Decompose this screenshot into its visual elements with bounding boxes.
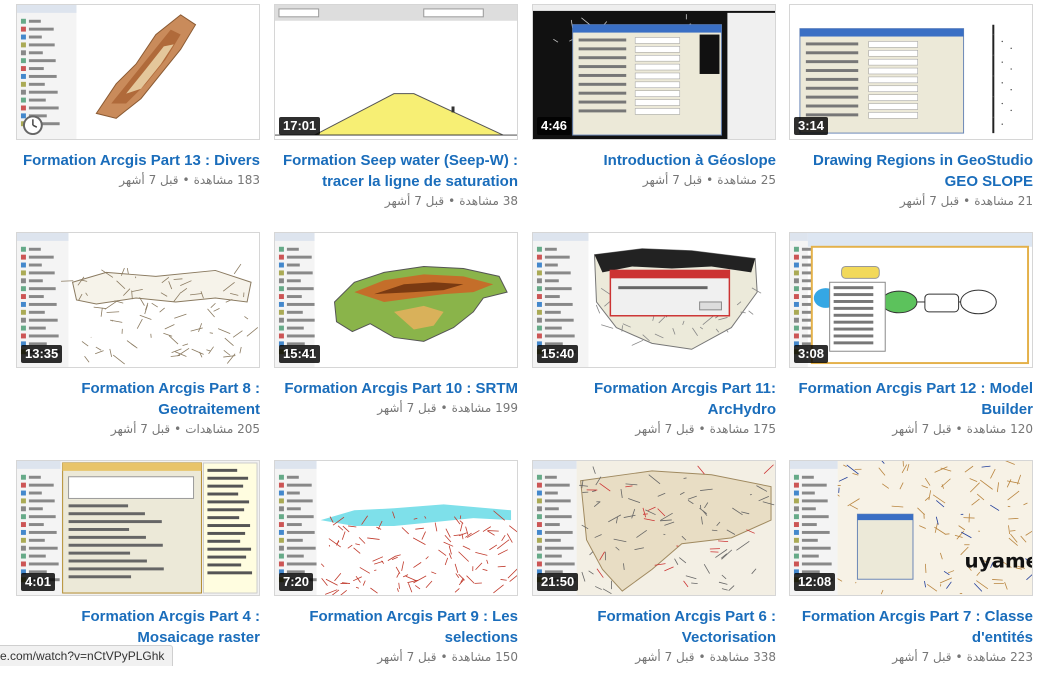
meta-separator: • (698, 422, 705, 436)
video-thumbnail[interactable]: 15:40 (532, 232, 776, 368)
upload-age: قبل 7 أشهر (377, 650, 436, 664)
video-title-link[interactable]: Formation Arcgis Part 4 : Mosaicage rast… (16, 606, 260, 648)
meta-separator: • (698, 650, 705, 664)
view-count: 199 مشاهدة (452, 401, 518, 415)
meta-separator: • (182, 173, 189, 187)
upload-age: قبل 7 أشهر (892, 650, 951, 664)
svg-text:uyamene: uyamene (965, 549, 1032, 572)
video-thumbnail[interactable]: 13:35 (16, 232, 260, 368)
video-card[interactable]: 15:41Formation Arcgis Part 10 : SRTM199 … (274, 232, 518, 452)
video-title-link[interactable]: Formation Arcgis Part 8 : Geotraitement (16, 378, 260, 420)
video-card[interactable]: 3:08 Formation Arcgis Part 12 : Model Bui… (789, 232, 1033, 452)
video-meta: 150 مشاهدة • قبل 7 أشهر (274, 649, 518, 665)
video-duration: 12:08 (794, 573, 835, 591)
link-status-bar: e.com/watch?v=nCtVPyPLGhk (0, 645, 173, 666)
upload-age: قبل 7 أشهر (385, 194, 444, 208)
view-count: 338 مشاهدة (710, 650, 776, 664)
video-meta: 120 مشاهدة • قبل 7 أشهر (789, 421, 1033, 437)
video-title-link[interactable]: Formation Arcgis Part 12 : Model Builder (789, 378, 1033, 420)
upload-age: قبل 7 أشهر (119, 173, 178, 187)
video-duration: 21:50 (537, 573, 578, 591)
view-count: 150 مشاهدة (452, 650, 518, 664)
video-thumbnail[interactable]: 21:50 (532, 460, 776, 596)
video-title-link[interactable]: Formation Seep water (Seep-W) : tracer l… (274, 150, 518, 192)
video-duration: 4:01 (21, 573, 55, 591)
video-meta: 175 مشاهدة • قبل 7 أشهر (532, 421, 776, 437)
status-url: e.com/watch?v=nCtVPyPLGhk (0, 649, 164, 663)
video-meta: 199 مشاهدة • قبل 7 أشهر (274, 400, 518, 416)
meta-separator: • (955, 422, 962, 436)
video-duration: 15:41 (279, 345, 320, 363)
video-title-link[interactable]: Formation Arcgis Part 10 : SRTM (274, 378, 518, 399)
video-card[interactable]: 17:01 Formation Seep water (Seep-W) : tra… (274, 4, 518, 224)
upload-age: قبل 7 أشهر (111, 422, 170, 436)
video-duration: 4:46 (537, 117, 571, 135)
upload-age: قبل 7 أشهر (900, 194, 959, 208)
meta-separator: • (440, 650, 447, 664)
upload-age: قبل 7 أشهر (635, 422, 694, 436)
video-title-link[interactable]: Formation Arcgis Part 9 : Les selections (274, 606, 518, 648)
video-meta: 183 مشاهدة • قبل 7 أشهر (16, 172, 260, 188)
view-count: 223 مشاهدة (967, 650, 1033, 664)
video-thumbnail[interactable]: 17:01 (274, 4, 518, 140)
video-card[interactable]: 7:20 Formation Arcgis Part 9 : Les select… (274, 460, 518, 680)
video-thumbnail[interactable]: 3:14 (789, 4, 1033, 140)
thumbnail-image (17, 5, 259, 139)
meta-separator: • (174, 422, 181, 436)
meta-separator: • (955, 650, 962, 664)
upload-age: قبل 7 أشهر (892, 422, 951, 436)
video-card[interactable]: 4:46 Introduction à Géoslope 25 مشاهدة • قبل… (532, 4, 776, 224)
video-title-link[interactable]: Introduction à Géoslope (532, 150, 776, 171)
upload-age: قبل 7 أشهر (643, 173, 702, 187)
video-card[interactable]: uyamene 12:08 Formation Arcgis Part 7 : Cl… (789, 460, 1033, 680)
video-duration: 3:08 (794, 345, 828, 363)
video-meta: 21 مشاهدة • قبل 7 أشهر (789, 193, 1033, 209)
upload-age: قبل 7 أشهر (635, 650, 694, 664)
video-duration: 13:35 (21, 345, 62, 363)
video-title-link[interactable]: Formation Arcgis Part 13 : Divers (16, 150, 260, 171)
video-duration: 7:20 (279, 573, 313, 591)
meta-separator: • (448, 194, 455, 208)
video-grid: Formation Arcgis Part 13 : Divers183 مشا… (0, 0, 1042, 666)
video-meta: 223 مشاهدة • قبل 7 أشهر (789, 649, 1033, 665)
video-title-link[interactable]: Drawing Regions in GeoStudio GEO SLOPE (789, 150, 1033, 192)
video-meta: 25 مشاهدة • قبل 7 أشهر (532, 172, 776, 188)
meta-separator: • (440, 401, 447, 415)
video-thumbnail[interactable]: 3:08 (789, 232, 1033, 368)
video-thumbnail[interactable]: 15:41 (274, 232, 518, 368)
video-thumbnail[interactable]: 4:46 (532, 4, 776, 140)
meta-separator: • (963, 194, 970, 208)
video-thumbnail[interactable] (16, 4, 260, 140)
video-card[interactable]: 15:40Formation Arcgis Part 11: ArcHydro1… (532, 232, 776, 452)
view-count: 175 مشاهدة (710, 422, 776, 436)
video-thumbnail[interactable]: 7:20 (274, 460, 518, 596)
view-count: 21 مشاهدة (974, 194, 1033, 208)
upload-age: قبل 7 أشهر (377, 401, 436, 415)
video-title-link[interactable]: Formation Arcgis Part 11: ArcHydro (532, 378, 776, 420)
video-card[interactable]: 21:50 Formation Arcgis Part 6 : Vectorisa… (532, 460, 776, 680)
video-meta: 338 مشاهدة • قبل 7 أشهر (532, 649, 776, 665)
video-thumbnail[interactable]: 4:01 (16, 460, 260, 596)
view-count: 38 مشاهدة (459, 194, 518, 208)
video-duration: 15:40 (537, 345, 578, 363)
view-count: 120 مشاهدة (967, 422, 1033, 436)
video-duration: 3:14 (794, 117, 828, 135)
video-thumbnail[interactable]: uyamene 12:08 (789, 460, 1033, 596)
video-title-link[interactable]: Formation Arcgis Part 6 : Vectorisation (532, 606, 776, 648)
video-card[interactable]: 13:35 Formation Arcgis Part 8 : Geotraite… (16, 232, 260, 452)
meta-separator: • (706, 173, 713, 187)
video-title-link[interactable]: Formation Arcgis Part 7 : Classe d'entit… (789, 606, 1033, 648)
video-meta: 38 مشاهدة • قبل 7 أشهر (274, 193, 518, 209)
view-count: 183 مشاهدة (194, 173, 260, 187)
view-count: 25 مشاهدة (717, 173, 776, 187)
video-card[interactable]: 3:14 Drawing Regions in GeoStudio GEO SLO… (789, 4, 1033, 224)
video-duration: 17:01 (279, 117, 320, 135)
video-card[interactable]: Formation Arcgis Part 13 : Divers183 مشا… (16, 4, 260, 224)
view-count: 205 مشاهدات (185, 422, 260, 436)
video-meta: 205 مشاهدات • قبل 7 أشهر (16, 421, 260, 437)
